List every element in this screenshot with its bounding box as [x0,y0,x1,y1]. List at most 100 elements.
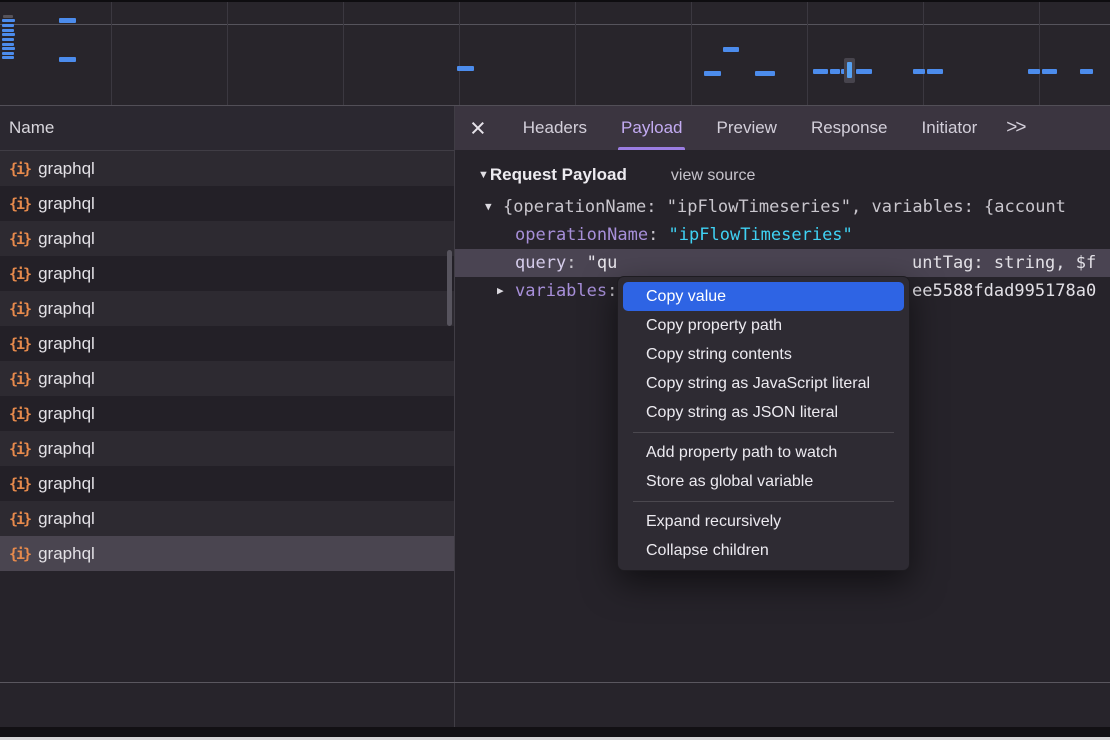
waterfall-bar [2,24,14,27]
overview-vertical-gridline [343,2,344,105]
payload-text-segment: "ipFlowTimeseries" [669,225,853,245]
waterfall-bar [755,71,775,76]
waterfall-bar [2,56,14,59]
payload-text-segment: query [515,253,566,273]
waterfall-bar [813,69,828,74]
waterfall-bar [2,52,14,55]
section-title: Request Payload [490,165,627,184]
request-name-label: graphql [38,369,95,389]
overview-vertical-gridline [1039,2,1040,105]
close-icon[interactable]: × [470,108,486,148]
overview-top-edge [0,0,1110,2]
payload-text-right-segment: untTag: string, $f [912,249,1096,277]
request-row[interactable]: {i}graphql [0,466,454,501]
request-name-label: graphql [38,544,95,564]
request-row[interactable]: {i}graphql [0,221,454,256]
json-braces-icon: {i} [9,160,30,178]
waterfall-bar [2,47,15,50]
network-footer-bar [0,682,1110,727]
payload-text-segment: variables [515,281,607,301]
payload-tree-row[interactable]: query: "quuntTag: string, $f [455,249,1110,277]
request-name-label: graphql [38,509,95,529]
request-row[interactable]: {i} graphql [0,361,454,396]
request-list: {i} graphql {i} graphql {i} graphql {i} graphql… [0,151,454,571]
tabs-container: Headers Payload Preview Response Initiator [506,106,994,150]
json-braces-icon: {i} [9,195,30,213]
waterfall-bar [704,71,721,76]
context-menu: Copy valueCopy property pathCopy string … [617,276,910,571]
request-name-label: graphql [38,299,95,319]
tab-response[interactable]: Response [811,106,888,150]
request-row[interactable]: {i} graphql [0,431,454,466]
context-menu-item[interactable]: Copy string as JavaScript literal [623,369,904,398]
request-row[interactable]: {i} graphql [0,186,454,221]
view-source-link[interactable]: view source [671,167,755,184]
payload-tree-row[interactable]: ▼{operationName: "ipFlowTimeseries", var… [455,193,1110,221]
request-row[interactable]: {i}graphql [0,256,454,291]
more-tabs-icon[interactable]: >> [1006,117,1024,139]
request-name-label: graphql [38,474,95,494]
expanded-triangle-icon[interactable]: ▼ [485,193,492,221]
request-name-label: graphql [38,229,95,249]
waterfall-bar [913,69,925,74]
context-menu-item[interactable]: Copy string contents [623,340,904,369]
panel-divider[interactable] [454,683,455,727]
tab-preview[interactable]: Preview [716,106,776,150]
request-name-label: graphql [38,159,95,179]
request-name-label: graphql [38,264,95,284]
waterfall-bar [1042,69,1057,74]
waterfall-bar [3,15,13,18]
network-overview-waterfall[interactable] [0,0,1110,106]
overview-vertical-gridline [923,2,924,105]
menu-separator [633,501,894,502]
waterfall-bar [1080,69,1093,74]
request-payload-section-header[interactable]: ▼Request Payloadview source [455,150,1110,193]
overview-vertical-gridline [575,2,576,105]
menu-separator [633,432,894,433]
waterfall-bar [59,18,76,23]
request-row[interactable]: {i}graphql [0,501,454,536]
overview-vertical-gridline [691,2,692,105]
tab-payload[interactable]: Payload [621,106,682,150]
request-name-label: graphql [38,334,95,354]
context-menu-item[interactable]: Copy value [623,282,904,311]
column-header-label: Name [9,118,54,138]
json-braces-icon: {i} [9,370,30,388]
context-menu-item[interactable]: Copy string as JSON literal [623,398,904,427]
overview-vertical-gridline [459,2,460,105]
bottom-black-bar [0,727,1110,737]
request-name-label: graphql [38,439,95,459]
request-row[interactable]: {i}graphql [0,536,454,571]
devtools-window: Name {i}graphql{i}graphql{i}graphql{i}gr… [0,0,1110,740]
waterfall-bar [1028,69,1040,74]
waterfall-bar [2,33,15,36]
waterfall-bar [723,47,739,52]
collapsed-triangle-icon[interactable]: ▶ [497,277,504,305]
request-row[interactable]: {i}graphql [0,291,454,326]
request-row[interactable]: {i} graphql [0,151,454,186]
json-braces-icon: {i} [9,440,30,458]
payload-tree-row[interactable]: operationName: "ipFlowTimeseries" [455,221,1110,249]
waterfall-bar [59,57,76,62]
payload-text-segment: : [648,225,668,245]
waterfall-bar [2,29,14,32]
context-menu-item[interactable]: Store as global variable [623,467,904,496]
request-name-label: graphql [38,194,95,214]
payload-text-segment: : [566,253,586,273]
waterfall-bar [830,69,840,74]
context-menu-item[interactable]: Collapse children [623,536,904,565]
request-row[interactable]: {i}graphql [0,396,454,431]
context-menu-item[interactable]: Copy property path [623,311,904,340]
column-header-name[interactable]: Name [0,106,454,151]
payload-text-segment: operationName [515,225,648,245]
context-menu-item[interactable]: Add property path to watch [623,438,904,467]
request-name-label: graphql [38,404,95,424]
tab-initiator[interactable]: Initiator [922,106,978,150]
tab-headers[interactable]: Headers [523,106,587,150]
waterfall-bar [2,38,14,41]
selected-request-tick [847,62,852,78]
request-row[interactable]: {i}graphql [0,326,454,361]
context-menu-item[interactable]: Expand recursively [623,507,904,536]
scrollbar-thumb[interactable] [447,250,452,326]
payload-text-right-segment: ee5588fdad995178a0 [912,277,1096,305]
